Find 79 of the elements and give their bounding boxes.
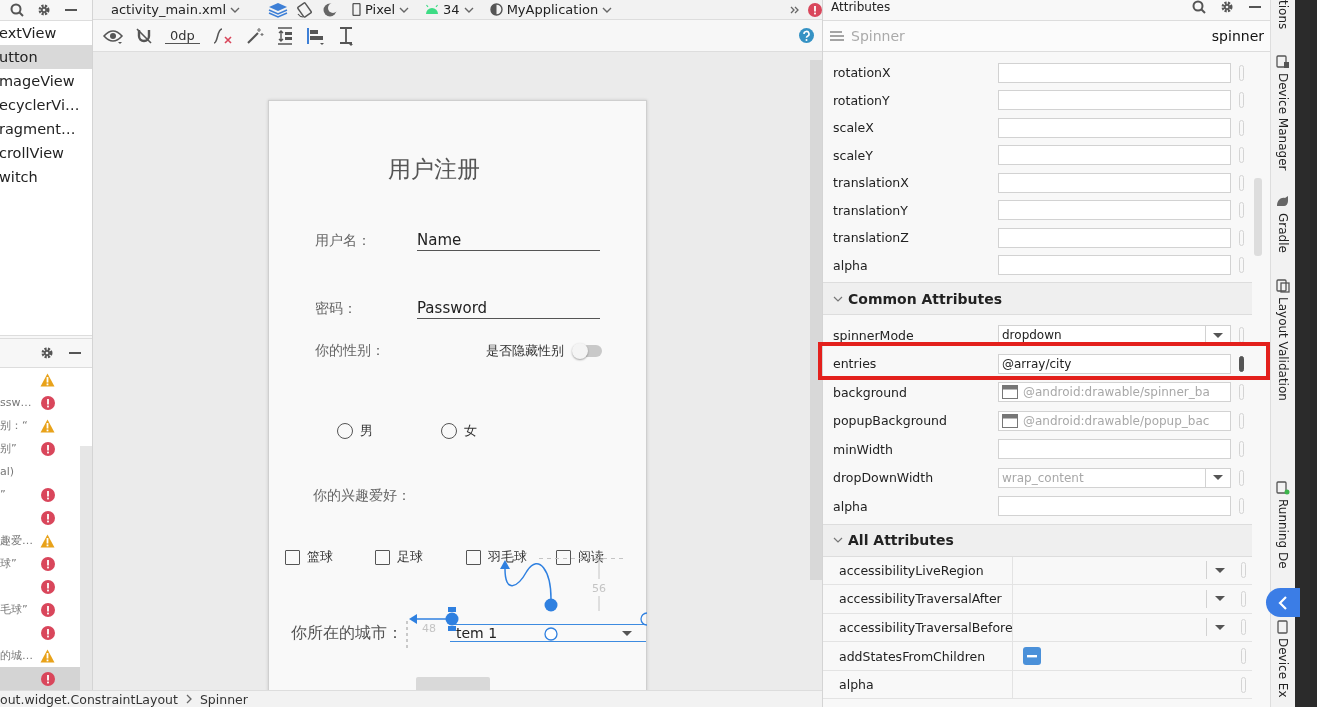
file-selector[interactable]: activity_main.xml: [107, 2, 244, 17]
margin-button[interactable]: 0dp: [165, 27, 200, 44]
attribute-name: accessibilityLiveRegion: [823, 556, 1013, 585]
app-selector[interactable]: MyApplication: [485, 2, 617, 17]
component-id: spinner: [1211, 28, 1264, 44]
tree-row[interactable]: 毛球”: [0, 598, 80, 621]
field-label: 用户名：: [315, 232, 372, 250]
tree-row[interactable]: 球”: [0, 552, 80, 575]
tree-label: 的城…: [0, 648, 34, 663]
attribute-name: accessibilityTraversalAfter: [823, 585, 1013, 613]
palette-item[interactable]: witch: [0, 165, 92, 189]
checkbox[interactable]: 足球: [375, 548, 466, 566]
palette-item[interactable]: extView: [0, 21, 92, 45]
tree-row[interactable]: ”: [0, 483, 80, 506]
side-tool-tab[interactable]: Running De: [1276, 480, 1290, 569]
palette-item[interactable]: utton: [0, 45, 92, 69]
attribute-name: minWidth: [833, 441, 894, 457]
palette-item[interactable]: ragment…: [0, 117, 92, 141]
field-label: 你的性别：: [315, 342, 386, 360]
device-selector[interactable]: Pixel: [348, 2, 414, 17]
checkbox[interactable]: 篮球: [285, 548, 376, 566]
tree-label: 别：“: [0, 418, 29, 433]
attribute-name: translationY: [833, 202, 909, 218]
form-title: 用户注册: [388, 154, 480, 184]
attribute-name: alpha: [823, 670, 1013, 699]
palette-item[interactable]: mageView: [0, 69, 92, 93]
side-tool-tab[interactable]: Gradle: [1276, 194, 1290, 253]
side-tool-tab[interactable]: Device Manager: [1276, 55, 1290, 171]
tree-row[interactable]: al): [0, 460, 80, 483]
attribute-name: translationX: [833, 175, 910, 191]
attribute-name: entries: [833, 356, 878, 372]
palette-item[interactable]: ecyclerVi…: [0, 93, 92, 117]
attribute-name: scaleX: [833, 120, 875, 136]
tree-label: 毛球”: [0, 602, 29, 617]
radio-button[interactable]: 女: [441, 422, 477, 440]
checkbox[interactable]: 羽毛球: [465, 548, 556, 566]
tree-label: 球”: [0, 556, 18, 571]
side-tool-tab[interactable]: tions: [1276, 0, 1290, 30]
switch-label: 是否隐藏性别: [486, 342, 564, 360]
tree-label: al): [0, 465, 16, 478]
attribute-name: popupBackground: [833, 413, 948, 429]
panel-title: Attributes: [831, 0, 892, 14]
breadcrumb-item[interactable]: Spinner: [199, 691, 248, 707]
tree-row[interactable]: 别”: [0, 437, 80, 460]
api-level-selector[interactable]: 34: [421, 2, 478, 17]
tree-row[interactable]: 的城…: [0, 644, 80, 667]
tree-row[interactable]: 趣爱…: [0, 529, 80, 552]
tree-row[interactable]: ssw…: [0, 391, 80, 414]
field-label: 你所在的城市：: [291, 622, 403, 644]
tree-label: 趣爱…: [0, 533, 34, 548]
field-label: 你的兴趣爱好：: [313, 487, 411, 505]
tree-label: ”: [0, 488, 7, 501]
section-header[interactable]: All Attributes: [823, 523, 1252, 557]
attribute-name: rotationX: [833, 65, 892, 81]
section-header[interactable]: Common Attributes: [823, 282, 1252, 315]
breadcrumb-item[interactable]: out.widget.ConstraintLayout: [0, 691, 178, 707]
field-label: 密码：: [315, 300, 358, 318]
text-field[interactable]: @array/city: [998, 353, 1231, 374]
attribute-name: translationZ: [833, 230, 910, 246]
attribute-name: rotationY: [833, 92, 891, 108]
side-tool-tab[interactable]: Device Ex: [1276, 620, 1290, 698]
palette-item[interactable]: crollView: [0, 141, 92, 165]
radio-button[interactable]: 男: [337, 422, 373, 440]
attribute-name: scaleY: [833, 147, 874, 163]
tree-row[interactable]: 别：“: [0, 414, 80, 437]
attribute-name: addStatesFromChildren: [823, 642, 1013, 670]
attribute-name: spinnerMode: [833, 327, 915, 343]
attribute-name: alpha: [833, 498, 869, 514]
attribute-name: dropDownWidth: [833, 470, 935, 486]
dropdown[interactable]: tem 1: [450, 624, 646, 642]
attribute-name: alpha: [833, 257, 869, 273]
component-type: Spinner: [851, 28, 906, 44]
text-field[interactable]: Name: [417, 231, 600, 251]
tree-label: ssw…: [0, 396, 33, 409]
side-tool-tab[interactable]: Layout Validation: [1276, 278, 1290, 401]
attribute-name: accessibilityTraversalBefore: [823, 613, 1013, 642]
text-field[interactable]: Password: [417, 299, 600, 319]
tree-label: 别”: [0, 441, 18, 456]
attribute-name: background: [833, 384, 908, 400]
